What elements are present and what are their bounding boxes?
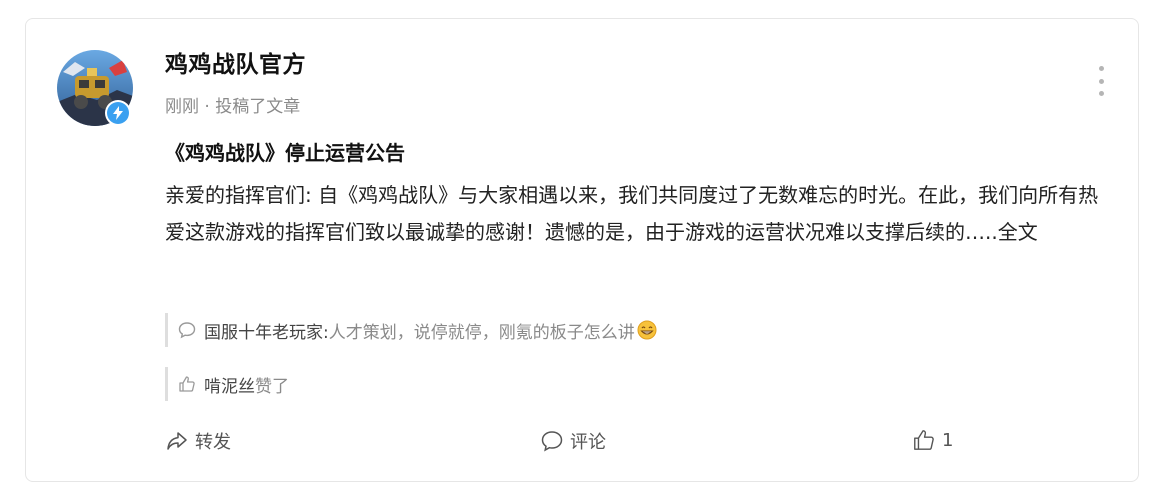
- comment-icon: [540, 429, 564, 453]
- dot-icon: [1098, 66, 1104, 71]
- dot-icon: [1098, 91, 1104, 96]
- like-preview[interactable]: 啃泥丝 赞了: [165, 367, 865, 401]
- read-more-link[interactable]: …..全文: [965, 220, 1038, 244]
- author-name[interactable]: 鸡鸡战队官方: [165, 45, 306, 79]
- post-meta: 刚刚 · 投稿了文章: [165, 97, 301, 117]
- thumbs-up-icon: [178, 374, 198, 394]
- like-text: 赞了: [255, 376, 289, 397]
- comment-button[interactable]: 评论: [540, 428, 606, 454]
- like-button[interactable]: 1: [912, 428, 953, 452]
- share-icon: [165, 429, 189, 453]
- comment-bubble-icon: [178, 320, 198, 340]
- comment-text: 人才策划，说停就停，刚氪的板子怎么讲: [328, 322, 635, 343]
- comment-preview[interactable]: 国服十年老玩家: 人才策划，说停就停，刚氪的板子怎么讲: [165, 313, 865, 347]
- lightning-icon: [113, 106, 123, 120]
- more-options-button[interactable]: [1095, 66, 1107, 96]
- article-excerpt[interactable]: 亲爱的指挥官们: 自《鸡鸡战队》与大家相遇以来，我们共同度过了无数难忘的时光。在…: [165, 177, 1105, 251]
- like-count: 1: [942, 429, 954, 451]
- thumbs-up-icon: [912, 428, 936, 452]
- grinning-face-icon: [637, 320, 657, 340]
- share-button[interactable]: 转发: [165, 428, 231, 454]
- commenter-name: 国服十年老玩家:: [204, 322, 329, 343]
- article-title[interactable]: 《鸡鸡战队》停止运营公告: [165, 137, 405, 166]
- dot-icon: [1098, 78, 1104, 84]
- share-label: 转发: [195, 432, 231, 453]
- comment-label: 评论: [570, 432, 606, 453]
- liker-name: 啃泥丝: [204, 376, 255, 397]
- excerpt-text: 亲爱的指挥官们: 自《鸡鸡战队》与大家相遇以来，我们共同度过了无数难忘的时光。在…: [165, 183, 1099, 244]
- verified-badge: [105, 100, 131, 126]
